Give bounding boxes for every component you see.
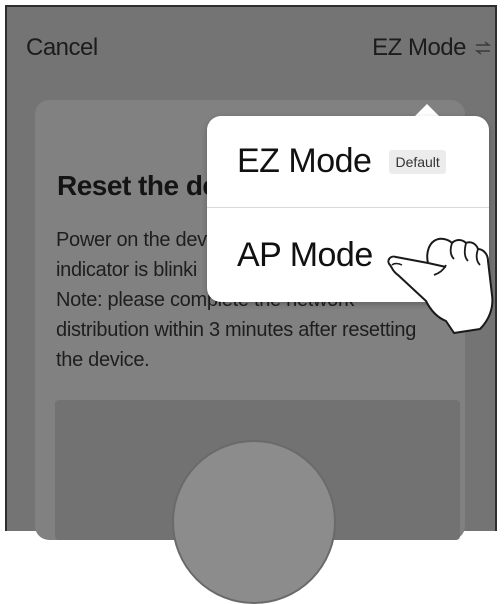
cancel-button[interactable]: Cancel bbox=[26, 34, 98, 62]
switch-arrows-icon bbox=[474, 41, 492, 55]
card-title: Reset the de bbox=[57, 170, 218, 201]
card-body-line: the device. bbox=[56, 349, 150, 371]
device-image bbox=[172, 440, 336, 604]
default-badge: Default bbox=[389, 149, 446, 174]
mode-switch-label: EZ Mode bbox=[372, 34, 466, 61]
mode-switch-button[interactable]: EZ Mode bbox=[372, 34, 492, 62]
menu-item-label: EZ Mode bbox=[237, 142, 372, 180]
pointing-hand-icon bbox=[387, 237, 494, 334]
menu-item-ez-mode[interactable]: EZ Mode Default bbox=[207, 116, 489, 208]
menu-item-label: AP Mode bbox=[237, 235, 373, 274]
